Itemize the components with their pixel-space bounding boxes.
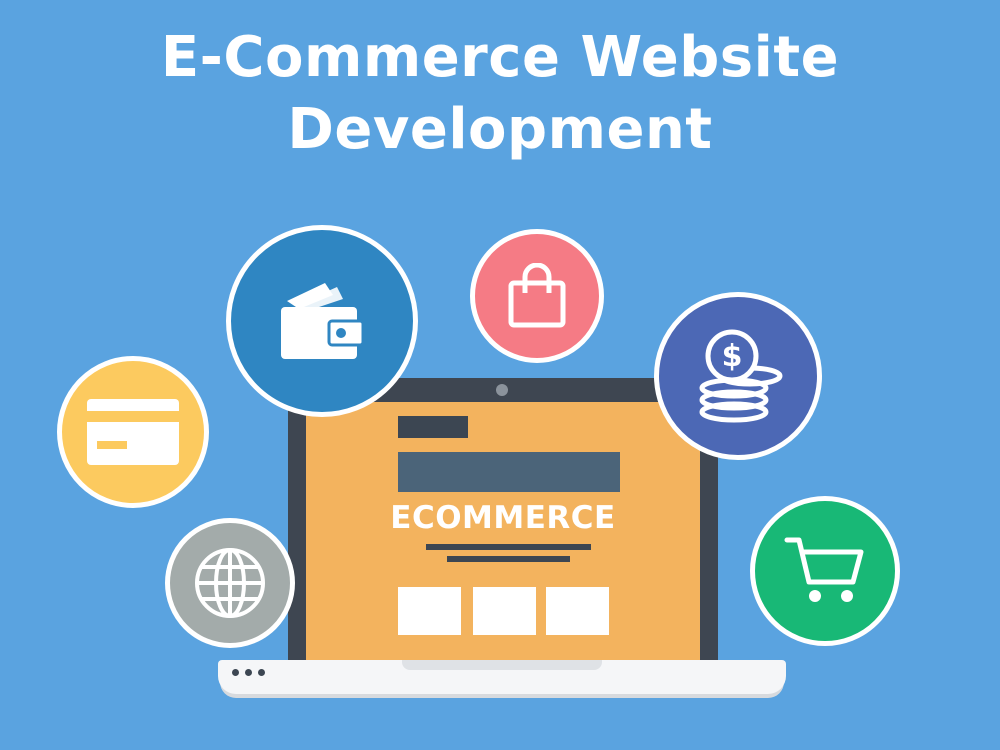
wallet-icon — [281, 283, 365, 359]
globe-icon — [195, 548, 265, 618]
laptop-camera — [496, 384, 508, 396]
svg-text:$: $ — [722, 339, 743, 374]
wallet-circle — [226, 225, 418, 417]
page-title: E-Commerce Website Development — [0, 22, 1000, 166]
shopping-bag-circle — [470, 229, 604, 363]
coins-circle: $ — [654, 292, 822, 460]
laptop-indicator-dot — [258, 669, 265, 676]
laptop-display: ECOMMERCE — [306, 402, 700, 660]
credit-card-icon — [87, 399, 179, 465]
laptop-base — [218, 660, 786, 694]
screen-product-box — [546, 587, 609, 635]
screen-text-line — [426, 544, 591, 550]
laptop-screen: ECOMMERCE — [288, 378, 718, 660]
screen-product-box — [398, 587, 461, 635]
screen-product-box — [473, 587, 536, 635]
shopping-bag-icon — [508, 263, 566, 328]
title-line-1: E-Commerce Website — [160, 25, 840, 90]
laptop-indicator-dot — [232, 669, 239, 676]
screen-heading: ECOMMERCE — [390, 500, 616, 536]
globe-circle — [165, 518, 295, 648]
laptop-notch — [402, 660, 602, 670]
screen-banner-bar — [398, 452, 620, 492]
title-line-2: Development — [287, 97, 713, 162]
coin-stack-dollar-icon: $ — [699, 329, 783, 423]
screen-logo-bar — [398, 416, 468, 438]
screen-text-line — [447, 556, 570, 562]
credit-card-circle — [57, 356, 209, 508]
shopping-cart-icon — [784, 537, 864, 602]
shopping-cart-circle — [750, 496, 900, 646]
laptop-indicator-dot — [245, 669, 252, 676]
